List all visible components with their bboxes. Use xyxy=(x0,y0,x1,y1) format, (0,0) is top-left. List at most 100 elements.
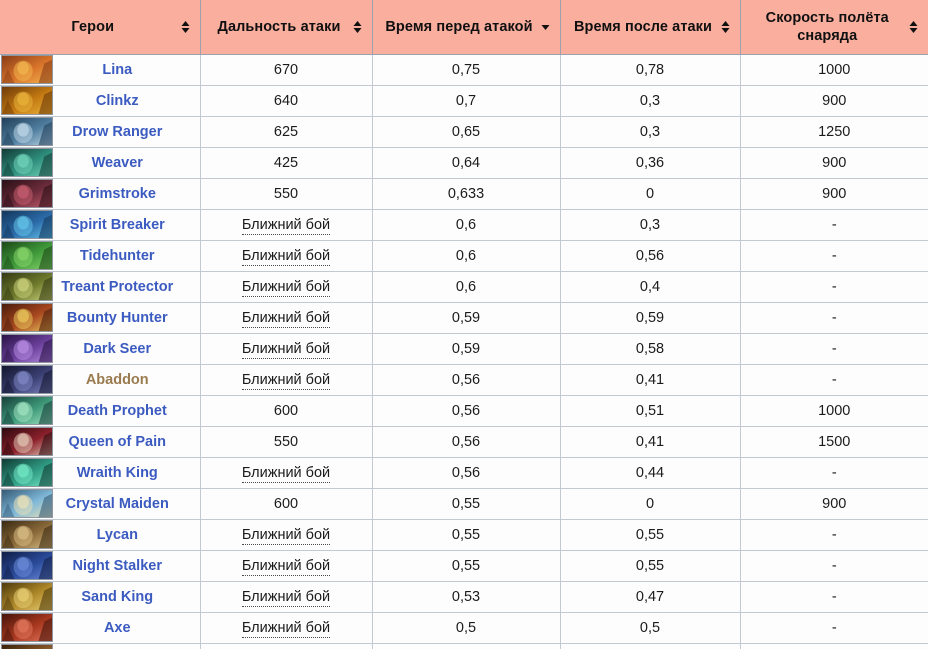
hero-name-link[interactable]: Axe xyxy=(53,620,200,636)
melee-abbr[interactable]: Ближний бой xyxy=(242,248,330,266)
attack-point-cell: 0,55 xyxy=(372,550,560,581)
hero-name-link[interactable]: Queen of Pain xyxy=(53,434,200,450)
hero-name-link[interactable]: Drow Ranger xyxy=(53,124,200,140)
projectile-speed-cell: 900 xyxy=(740,178,928,209)
hero-name-link[interactable]: Lycan xyxy=(53,527,200,543)
attack-point-cell: 0,75 xyxy=(372,54,560,85)
hero-portrait-icon[interactable] xyxy=(1,86,53,115)
attack-point-cell: 0,55 xyxy=(372,488,560,519)
hero-portrait-icon[interactable] xyxy=(1,272,53,301)
melee-abbr[interactable]: Ближний бой xyxy=(242,372,330,390)
hero-name-link[interactable]: Abaddon xyxy=(53,372,200,388)
hero-portrait-icon[interactable] xyxy=(1,117,53,146)
hero-cell: Crystal Maiden xyxy=(0,488,200,519)
hero-portrait-icon[interactable] xyxy=(1,427,53,456)
melee-abbr[interactable]: Ближний бой xyxy=(242,620,330,638)
hero-cell: Axe xyxy=(0,612,200,643)
hero-name-link[interactable]: Crystal Maiden xyxy=(53,496,200,512)
table-body: Lina6700,750,781000Clinkz6400,70,3900Dro… xyxy=(0,54,928,649)
hero-name-link[interactable]: Bounty Hunter xyxy=(53,310,200,326)
hero-name-link[interactable]: Sand King xyxy=(53,589,200,605)
hero-portrait-icon[interactable] xyxy=(1,148,53,177)
attack-point-cell: 0,59 xyxy=(372,333,560,364)
hero-name-link[interactable]: Clinkz xyxy=(53,93,200,109)
attack-range-value: 625 xyxy=(274,124,298,140)
hero-name-link[interactable]: Death Prophet xyxy=(53,403,200,419)
hero-name-link[interactable]: Lina xyxy=(53,62,200,78)
attack-range-cell xyxy=(200,643,372,649)
hero-portrait-icon[interactable] xyxy=(1,489,53,518)
melee-abbr[interactable]: Ближний бой xyxy=(242,279,330,297)
attack-range-value: 670 xyxy=(274,62,298,78)
attack-range-value: 550 xyxy=(274,434,298,450)
column-header-4[interactable]: Время после атаки xyxy=(560,0,740,54)
projectile-speed-cell xyxy=(740,643,928,649)
melee-abbr[interactable]: Ближний бой xyxy=(242,217,330,235)
attack-range-cell: Ближний бой xyxy=(200,550,372,581)
projectile-speed-cell: 900 xyxy=(740,85,928,116)
table-row: Death Prophet6000,560,511000 xyxy=(0,395,928,426)
melee-abbr[interactable]: Ближний бой xyxy=(242,310,330,328)
hero-portrait-icon[interactable] xyxy=(1,365,53,394)
sort-both-icon[interactable] xyxy=(352,20,363,34)
hero-name-link[interactable]: Weaver xyxy=(53,155,200,171)
hero-name-link[interactable]: Night Stalker xyxy=(53,558,200,574)
hero-name-link[interactable]: Grimstroke xyxy=(53,186,200,202)
hero-portrait-icon[interactable] xyxy=(1,179,53,208)
hero-portrait-icon[interactable] xyxy=(1,613,53,642)
hero-name-link[interactable]: Wraith King xyxy=(53,465,200,481)
attack-backswing-cell xyxy=(560,643,740,649)
column-header-label: Время перед атакой xyxy=(385,19,532,35)
melee-abbr[interactable]: Ближний бой xyxy=(242,341,330,359)
hero-portrait-icon[interactable] xyxy=(1,396,53,425)
column-header-label: Дальность атаки xyxy=(218,19,341,35)
table-row: Clinkz6400,70,3900 xyxy=(0,85,928,116)
column-header-label: Герои xyxy=(71,19,114,35)
hero-cell: Dark Seer xyxy=(0,333,200,364)
table-row: Sand KingБлижний бой0,530,47- xyxy=(0,581,928,612)
attack-point-cell: 0,56 xyxy=(372,395,560,426)
sort-desc-icon[interactable] xyxy=(540,20,551,34)
attack-range-cell: Ближний бой xyxy=(200,271,372,302)
attack-point-cell: 0,56 xyxy=(372,364,560,395)
column-header-3[interactable]: Время перед атакой xyxy=(372,0,560,54)
hero-portrait-icon[interactable] xyxy=(1,55,53,84)
hero-name-link[interactable]: Treant Protector xyxy=(53,279,200,295)
column-header-5[interactable]: Скорость полёта снаряда xyxy=(740,0,928,54)
projectile-speed-cell: - xyxy=(740,364,928,395)
melee-abbr[interactable]: Ближний бой xyxy=(242,558,330,576)
hero-portrait-icon[interactable] xyxy=(1,303,53,332)
sort-both-icon[interactable] xyxy=(908,20,919,34)
hero-portrait-icon[interactable] xyxy=(1,334,53,363)
attack-backswing-cell: 0,3 xyxy=(560,116,740,147)
melee-abbr[interactable]: Ближний бой xyxy=(242,589,330,607)
hero-portrait-icon[interactable] xyxy=(1,241,53,270)
attack-range-cell: 550 xyxy=(200,178,372,209)
sort-both-icon[interactable] xyxy=(720,20,731,34)
hero-name-link[interactable]: Dark Seer xyxy=(53,341,200,357)
attack-backswing-cell: 0,58 xyxy=(560,333,740,364)
melee-abbr[interactable]: Ближний бой xyxy=(242,465,330,483)
hero-cell: Death Prophet xyxy=(0,395,200,426)
hero-cell: Abaddon xyxy=(0,364,200,395)
attack-range-value: 600 xyxy=(274,496,298,512)
melee-abbr[interactable]: Ближний бой xyxy=(242,527,330,545)
hero-portrait-icon[interactable] xyxy=(1,551,53,580)
hero-portrait-icon[interactable] xyxy=(1,458,53,487)
hero-portrait-icon[interactable] xyxy=(1,520,53,549)
attack-backswing-cell: 0,56 xyxy=(560,240,740,271)
hero-cell: Bounty Hunter xyxy=(0,302,200,333)
table-header: Герои Дальность атаки Время перед атакой Вр… xyxy=(0,0,928,54)
table-row: Weaver4250,640,36900 xyxy=(0,147,928,178)
attack-backswing-cell: 0,36 xyxy=(560,147,740,178)
sort-both-icon[interactable] xyxy=(180,20,191,34)
hero-name-link[interactable]: Spirit Breaker xyxy=(53,217,200,233)
hero-portrait-icon[interactable] xyxy=(1,582,53,611)
column-header-2[interactable]: Дальность атаки xyxy=(200,0,372,54)
hero-name-link[interactable]: Tidehunter xyxy=(53,248,200,264)
attack-point-cell: 0,6 xyxy=(372,209,560,240)
column-header-1[interactable]: Герои xyxy=(0,0,200,54)
hero-portrait-icon[interactable] xyxy=(1,644,53,649)
projectile-speed-cell: - xyxy=(740,271,928,302)
hero-portrait-icon[interactable] xyxy=(1,210,53,239)
